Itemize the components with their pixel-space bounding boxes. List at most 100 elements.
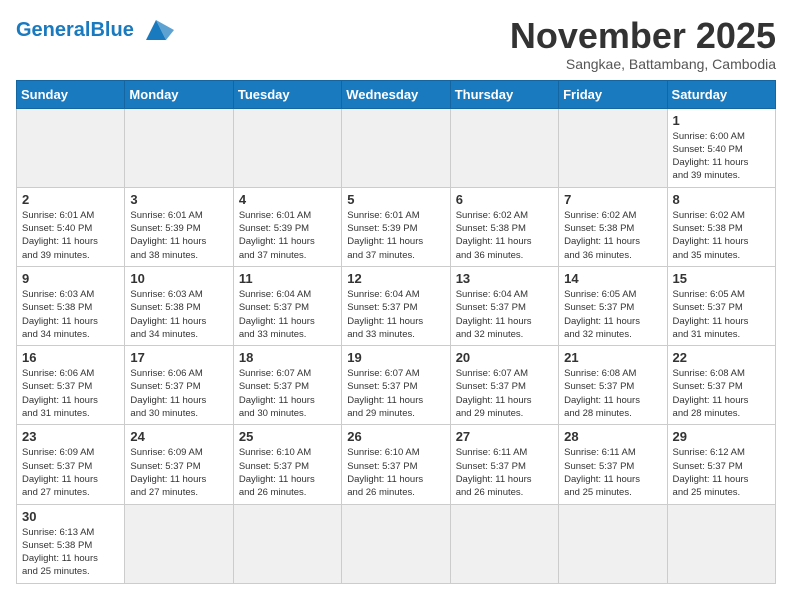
calendar-week-row: 9 Sunrise: 6:03 AM Sunset: 5:38 PM Daylig… xyxy=(17,266,776,345)
calendar-day-cell xyxy=(559,108,667,187)
day-info: Sunrise: 6:06 AM Sunset: 5:37 PM Dayligh… xyxy=(22,367,119,420)
month-title: November 2025 xyxy=(510,16,776,56)
day-info: Sunrise: 6:00 AM Sunset: 5:40 PM Dayligh… xyxy=(673,130,770,183)
calendar-week-row: 23Sunrise: 6:09 AM Sunset: 5:37 PM Dayli… xyxy=(17,425,776,504)
day-number: 11 xyxy=(239,271,336,286)
day-info: Sunrise: 6:03 AM Sunset: 5:38 PM Dayligh… xyxy=(130,288,227,341)
calendar-day-cell xyxy=(233,504,341,583)
day-info: Sunrise: 6:10 AM Sunset: 5:37 PM Dayligh… xyxy=(347,446,444,499)
calendar-week-row: 2 Sunrise: 6:01 AM Sunset: 5:40 PM Daylig… xyxy=(17,187,776,266)
calendar-day-cell: 30 Sunrise: 6:13 AM Sunset: 5:38 PM Dayli… xyxy=(17,504,125,583)
day-info: Sunrise: 6:01 AM Sunset: 5:39 PM Dayligh… xyxy=(130,209,227,262)
day-info: Sunrise: 6:11 AM Sunset: 5:37 PM Dayligh… xyxy=(564,446,661,499)
day-number: 23 xyxy=(22,429,119,444)
day-number: 2 xyxy=(22,192,119,207)
day-number: 6 xyxy=(456,192,553,207)
day-info: Sunrise: 6:13 AM Sunset: 5:38 PM Dayligh… xyxy=(22,526,119,579)
day-info: Sunrise: 6:04 AM Sunset: 5:37 PM Dayligh… xyxy=(456,288,553,341)
day-info: Sunrise: 6:08 AM Sunset: 5:37 PM Dayligh… xyxy=(564,367,661,420)
calendar-day-cell: 16 Sunrise: 6:06 AM Sunset: 5:37 PM Dayli… xyxy=(17,346,125,425)
day-number: 3 xyxy=(130,192,227,207)
calendar-day-cell: 5 Sunrise: 6:01 AM Sunset: 5:39 PM Daylig… xyxy=(342,187,450,266)
location: Sangkae, Battambang, Cambodia xyxy=(510,56,776,72)
day-number: 9 xyxy=(22,271,119,286)
day-number: 10 xyxy=(130,271,227,286)
day-info: Sunrise: 6:02 AM Sunset: 5:38 PM Dayligh… xyxy=(456,209,553,262)
calendar-day-cell xyxy=(559,504,667,583)
day-of-week-header: Wednesday xyxy=(342,80,450,108)
logo-icon xyxy=(138,16,174,44)
day-of-week-header: Sunday xyxy=(17,80,125,108)
calendar-day-cell: 9 Sunrise: 6:03 AM Sunset: 5:38 PM Daylig… xyxy=(17,266,125,345)
day-of-week-header: Thursday xyxy=(450,80,558,108)
calendar-day-cell: 15Sunrise: 6:05 AM Sunset: 5:37 PM Dayli… xyxy=(667,266,775,345)
day-number: 15 xyxy=(673,271,770,286)
logo-general: General xyxy=(16,19,90,41)
day-info: Sunrise: 6:05 AM Sunset: 5:37 PM Dayligh… xyxy=(564,288,661,341)
day-info: Sunrise: 6:12 AM Sunset: 5:37 PM Dayligh… xyxy=(673,446,770,499)
calendar-day-cell: 7Sunrise: 6:02 AM Sunset: 5:38 PM Daylig… xyxy=(559,187,667,266)
day-number: 16 xyxy=(22,350,119,365)
calendar-day-cell: 26 Sunrise: 6:10 AM Sunset: 5:37 PM Dayli… xyxy=(342,425,450,504)
calendar-day-cell: 8Sunrise: 6:02 AM Sunset: 5:38 PM Daylig… xyxy=(667,187,775,266)
day-info: Sunrise: 6:02 AM Sunset: 5:38 PM Dayligh… xyxy=(673,209,770,262)
calendar-day-cell: 11Sunrise: 6:04 AM Sunset: 5:37 PM Dayli… xyxy=(233,266,341,345)
day-number: 30 xyxy=(22,509,119,524)
page-header: GeneralBlue November 2025 Sangkae, Batta… xyxy=(16,16,776,72)
calendar-day-cell: 6 Sunrise: 6:02 AM Sunset: 5:38 PM Daylig… xyxy=(450,187,558,266)
calendar-day-cell: 2 Sunrise: 6:01 AM Sunset: 5:40 PM Daylig… xyxy=(17,187,125,266)
calendar-day-cell: 25 Sunrise: 6:10 AM Sunset: 5:37 PM Dayli… xyxy=(233,425,341,504)
day-of-week-header: Monday xyxy=(125,80,233,108)
calendar-day-cell xyxy=(342,504,450,583)
calendar-day-cell: 13 Sunrise: 6:04 AM Sunset: 5:37 PM Dayli… xyxy=(450,266,558,345)
calendar-week-row: 1Sunrise: 6:00 AM Sunset: 5:40 PM Daylig… xyxy=(17,108,776,187)
calendar-day-cell: 29 Sunrise: 6:12 AM Sunset: 5:37 PM Dayli… xyxy=(667,425,775,504)
day-info: Sunrise: 6:03 AM Sunset: 5:38 PM Dayligh… xyxy=(22,288,119,341)
day-number: 4 xyxy=(239,192,336,207)
day-info: Sunrise: 6:01 AM Sunset: 5:39 PM Dayligh… xyxy=(347,209,444,262)
calendar-day-cell xyxy=(667,504,775,583)
calendar-day-cell: 24Sunrise: 6:09 AM Sunset: 5:37 PM Dayli… xyxy=(125,425,233,504)
day-number: 25 xyxy=(239,429,336,444)
calendar-day-cell xyxy=(450,108,558,187)
day-number: 21 xyxy=(564,350,661,365)
calendar-day-cell: 17 Sunrise: 6:06 AM Sunset: 5:37 PM Dayli… xyxy=(125,346,233,425)
calendar-day-cell: 1Sunrise: 6:00 AM Sunset: 5:40 PM Daylig… xyxy=(667,108,775,187)
day-info: Sunrise: 6:01 AM Sunset: 5:40 PM Dayligh… xyxy=(22,209,119,262)
day-info: Sunrise: 6:10 AM Sunset: 5:37 PM Dayligh… xyxy=(239,446,336,499)
day-number: 19 xyxy=(347,350,444,365)
calendar-day-cell: 3 Sunrise: 6:01 AM Sunset: 5:39 PM Daylig… xyxy=(125,187,233,266)
calendar-day-cell: 18 Sunrise: 6:07 AM Sunset: 5:37 PM Dayli… xyxy=(233,346,341,425)
calendar-day-cell xyxy=(233,108,341,187)
day-info: Sunrise: 6:08 AM Sunset: 5:37 PM Dayligh… xyxy=(673,367,770,420)
day-number: 18 xyxy=(239,350,336,365)
day-info: Sunrise: 6:07 AM Sunset: 5:37 PM Dayligh… xyxy=(239,367,336,420)
calendar-day-cell: 12Sunrise: 6:04 AM Sunset: 5:37 PM Dayli… xyxy=(342,266,450,345)
day-info: Sunrise: 6:04 AM Sunset: 5:37 PM Dayligh… xyxy=(347,288,444,341)
logo-blue: Blue xyxy=(90,19,133,41)
calendar-day-cell: 27Sunrise: 6:11 AM Sunset: 5:37 PM Dayli… xyxy=(450,425,558,504)
day-number: 5 xyxy=(347,192,444,207)
day-info: Sunrise: 6:11 AM Sunset: 5:37 PM Dayligh… xyxy=(456,446,553,499)
day-number: 13 xyxy=(456,271,553,286)
calendar-day-cell xyxy=(125,504,233,583)
calendar-day-cell: 23Sunrise: 6:09 AM Sunset: 5:37 PM Dayli… xyxy=(17,425,125,504)
day-number: 29 xyxy=(673,429,770,444)
calendar-week-row: 30 Sunrise: 6:13 AM Sunset: 5:38 PM Dayli… xyxy=(17,504,776,583)
title-block: November 2025 Sangkae, Battambang, Cambo… xyxy=(510,16,776,72)
calendar-day-cell: 4Sunrise: 6:01 AM Sunset: 5:39 PM Daylig… xyxy=(233,187,341,266)
day-of-week-header: Friday xyxy=(559,80,667,108)
day-number: 28 xyxy=(564,429,661,444)
calendar-day-cell: 22Sunrise: 6:08 AM Sunset: 5:37 PM Dayli… xyxy=(667,346,775,425)
calendar-day-cell: 21 Sunrise: 6:08 AM Sunset: 5:37 PM Dayli… xyxy=(559,346,667,425)
day-number: 7 xyxy=(564,192,661,207)
calendar-table: SundayMondayTuesdayWednesdayThursdayFrid… xyxy=(16,80,776,584)
calendar-day-cell: 20Sunrise: 6:07 AM Sunset: 5:37 PM Dayli… xyxy=(450,346,558,425)
day-number: 26 xyxy=(347,429,444,444)
day-number: 24 xyxy=(130,429,227,444)
day-info: Sunrise: 6:06 AM Sunset: 5:37 PM Dayligh… xyxy=(130,367,227,420)
day-of-week-header: Tuesday xyxy=(233,80,341,108)
day-number: 17 xyxy=(130,350,227,365)
day-info: Sunrise: 6:07 AM Sunset: 5:37 PM Dayligh… xyxy=(456,367,553,420)
calendar-day-cell: 10 Sunrise: 6:03 AM Sunset: 5:38 PM Dayli… xyxy=(125,266,233,345)
